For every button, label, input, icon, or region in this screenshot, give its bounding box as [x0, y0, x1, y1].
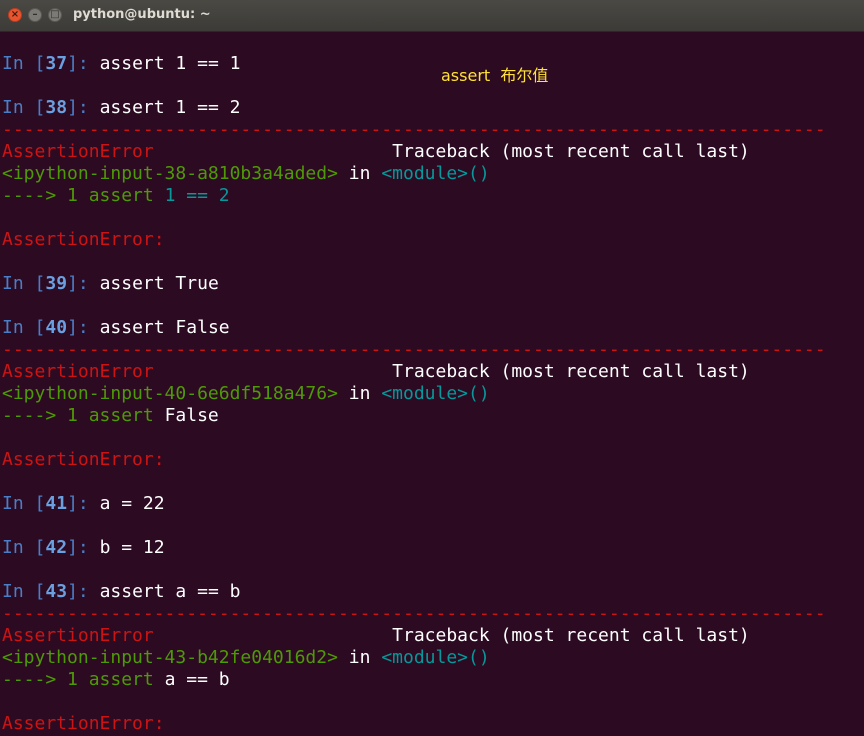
traceback-arrow-line: ----> 1 assert False [2, 405, 826, 427]
close-button[interactable]: × [8, 8, 22, 22]
error-name: AssertionError [2, 141, 154, 162]
error-name: AssertionError [2, 625, 154, 646]
assert-keyword: assert [88, 185, 154, 206]
cell-number: 41 [45, 493, 68, 514]
traceback-location: <ipython-input-40-6e6df518a476> in <modu… [2, 383, 826, 405]
terminal-output[interactable]: In [37]: assert 1 == 1 In [38]: assert 1… [2, 53, 826, 735]
minimize-button[interactable]: – [28, 8, 42, 22]
assert-keyword: assert [88, 669, 154, 690]
traceback-location: <ipython-input-38-a810b3a4aded> in <modu… [2, 163, 826, 185]
code-token: == [186, 669, 208, 690]
in-prompt: In [2, 581, 24, 602]
cell-number: 37 [45, 53, 68, 74]
traceback-location: <ipython-input-43-b42fe04016d2> in <modu… [2, 647, 826, 669]
in-prompt: In [2, 493, 24, 514]
code-token: 2 [218, 185, 230, 206]
traceback-header: Traceback (most recent call last) [392, 141, 750, 162]
cell-number: 40 [45, 317, 68, 338]
arrow: ----> 1 [2, 669, 89, 690]
parens: () [468, 383, 490, 404]
title-bar[interactable]: × – □ python@ubuntu: ~ [0, 0, 864, 32]
in-prompt: In [2, 317, 24, 338]
in-keyword: in [348, 647, 371, 668]
code-token: False [164, 405, 219, 426]
cell-code: assert 1 == 1 [99, 53, 241, 74]
cell-number: 43 [45, 581, 68, 602]
error-name: AssertionError [2, 361, 154, 382]
parens: () [468, 163, 490, 184]
ipython-input-name: <ipython-input-38-a810b3a4aded> [2, 163, 338, 184]
module-name: <module> [381, 383, 469, 404]
input-line-37: In [37]: assert 1 == 1 [2, 53, 241, 74]
input-line-42: In [42]: b = 12 [2, 537, 165, 558]
separator-line: ----------------------------------------… [2, 119, 826, 140]
in-prompt: In [2, 53, 24, 74]
cell-code: assert False [99, 317, 230, 338]
code-token: b [218, 669, 230, 690]
in-keyword: in [348, 163, 371, 184]
window-title: python@ubuntu: ~ [73, 7, 211, 22]
input-line-38: In [38]: assert 1 == 2 [2, 97, 241, 118]
error-final: AssertionError: [2, 449, 165, 470]
code-token: a [164, 669, 176, 690]
error-final: AssertionError: [2, 229, 165, 250]
module-name: <module> [381, 647, 469, 668]
assert-keyword: assert [88, 405, 154, 426]
parens: () [468, 647, 490, 668]
arrow: ----> 1 [2, 405, 89, 426]
error-header: AssertionError Traceback (most recent ca… [2, 361, 826, 383]
in-prompt: In [2, 273, 24, 294]
separator-line: ----------------------------------------… [2, 603, 826, 624]
input-line-39: In [39]: assert True [2, 273, 219, 294]
maximize-button[interactable]: □ [48, 8, 62, 22]
cell-number: 39 [45, 273, 68, 294]
module-name: <module> [381, 163, 469, 184]
traceback-header: Traceback (most recent call last) [392, 625, 750, 646]
input-line-41: In [41]: a = 22 [2, 493, 165, 514]
arrow: ----> 1 [2, 185, 89, 206]
code-token: == [186, 185, 208, 206]
cell-code: assert 1 == 2 [99, 97, 241, 118]
ipython-input-name: <ipython-input-43-b42fe04016d2> [2, 647, 338, 668]
input-line-43: In [43]: assert a == b [2, 581, 241, 602]
in-prompt: In [2, 97, 24, 118]
in-prompt: In [2, 537, 24, 558]
cell-number: 42 [45, 537, 68, 558]
cell-number: 38 [45, 97, 68, 118]
traceback-arrow-line: ----> 1 assert a == b [2, 669, 826, 691]
error-header: AssertionError Traceback (most recent ca… [2, 141, 826, 163]
traceback-arrow-line: ----> 1 assert 1 == 2 [2, 185, 826, 207]
cell-code: b = 12 [99, 537, 165, 558]
cell-code: assert True [99, 273, 219, 294]
cell-code: assert a == b [99, 581, 241, 602]
traceback-header: Traceback (most recent call last) [392, 361, 750, 382]
terminal-window: × – □ python@ubuntu: ~ assert 布尔值 In [37… [0, 0, 864, 736]
in-keyword: in [348, 383, 371, 404]
input-line-40: In [40]: assert False [2, 317, 230, 338]
code-token: 1 [164, 185, 176, 206]
cell-code: a = 22 [99, 493, 165, 514]
error-final: AssertionError: [2, 713, 165, 734]
ipython-input-name: <ipython-input-40-6e6df518a476> [2, 383, 338, 404]
separator-line: ----------------------------------------… [2, 339, 826, 360]
error-header: AssertionError Traceback (most recent ca… [2, 625, 826, 647]
